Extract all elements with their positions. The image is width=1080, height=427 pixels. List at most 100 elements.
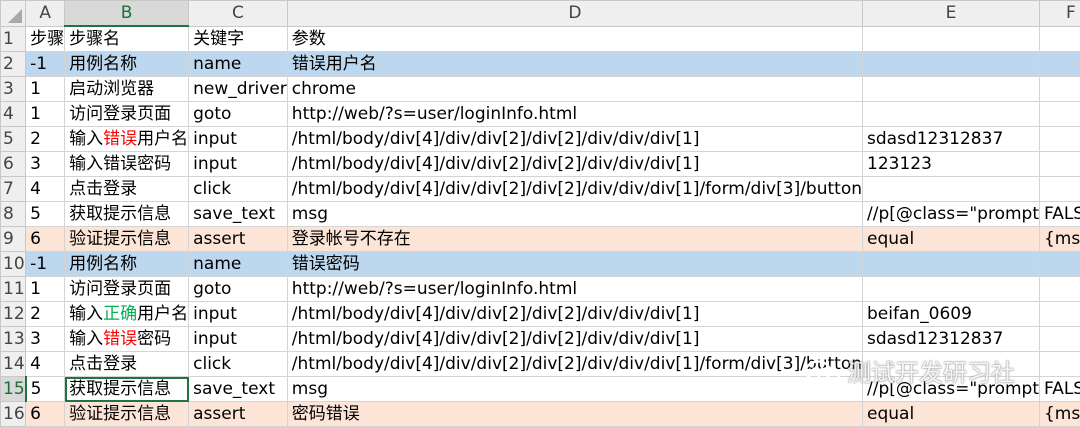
cell-c16[interactable]: assert [189,402,288,427]
cell-f2[interactable] [1039,52,1080,77]
select-all-corner[interactable] [1,1,26,27]
cell-f5[interactable] [1039,127,1080,152]
cell-c3[interactable]: new_driver [189,77,288,102]
cell-a10[interactable]: -1 [26,252,65,277]
cell-d8[interactable]: msg [287,202,862,227]
cell-e6[interactable]: 123123 [863,152,1040,177]
column-header-a[interactable]: A [26,1,65,27]
row-header[interactable]: 12 [1,302,26,327]
cell-f1[interactable] [1039,26,1080,52]
cell-b1[interactable]: 步骤名 [65,26,189,52]
cell-a2[interactable]: -1 [26,52,65,77]
cell-d6[interactable]: /html/body/div[4]/div/div[2]/div[2]/div/… [287,152,862,177]
cell-e5[interactable]: sdasd12312837 [863,127,1040,152]
cell-b11[interactable]: 访问登录页面 [65,277,189,302]
cell-a14[interactable]: 4 [26,352,65,377]
cell-f7[interactable] [1039,177,1080,202]
row-header[interactable]: 11 [1,277,26,302]
row-header[interactable]: 2 [1,52,26,77]
column-header-d[interactable]: D [287,1,862,27]
cell-d14[interactable]: /html/body/div[4]/div/div[2]/div[2]/div/… [287,352,862,377]
cell-c15[interactable]: save_text [189,377,288,402]
cell-f13[interactable] [1039,327,1080,352]
cell-a11[interactable]: 1 [26,277,65,302]
cell-f6[interactable] [1039,152,1080,177]
cell-c13[interactable]: input [189,327,288,352]
cell-b2[interactable]: 用例名称 [65,52,189,77]
cell-e8[interactable]: //p[@class="prompt [863,202,1040,227]
cell-c11[interactable]: goto [189,277,288,302]
cell-a3[interactable]: 1 [26,77,65,102]
cell-e12[interactable]: beifan_0609 [863,302,1040,327]
cell-c8[interactable]: save_text [189,202,288,227]
cell-a12[interactable]: 2 [26,302,65,327]
cell-a13[interactable]: 3 [26,327,65,352]
cell-a6[interactable]: 3 [26,152,65,177]
cell-f4[interactable] [1039,102,1080,127]
row-header[interactable]: 15 [1,377,26,402]
cell-d2[interactable]: 错误用户名 [287,52,862,77]
row-header[interactable]: 5 [1,127,26,152]
cell-e1[interactable] [863,26,1040,52]
cell-d1[interactable]: 参数 [287,26,862,52]
cell-d10[interactable]: 错误密码 [287,252,862,277]
cell-b3[interactable]: 启动浏览器 [65,77,189,102]
cell-f10[interactable] [1039,252,1080,277]
cell-d9[interactable]: 登录帐号不存在 [287,227,862,252]
cell-f11[interactable] [1039,277,1080,302]
cell-c4[interactable]: goto [189,102,288,127]
cell-e7[interactable] [863,177,1040,202]
cell-c10[interactable]: name [189,252,288,277]
cell-f3[interactable] [1039,77,1080,102]
row-header[interactable]: 8 [1,202,26,227]
cell-c7[interactable]: click [189,177,288,202]
column-header-b[interactable]: B [65,1,189,27]
cell-d15[interactable]: msg [287,377,862,402]
cell-e13[interactable]: sdasd12312837 [863,327,1040,352]
cell-b16[interactable]: 验证提示信息 [65,402,189,427]
cell-b15[interactable]: 获取提示信息 [65,377,189,402]
cell-c1[interactable]: 关键字 [189,26,288,52]
cell-c9[interactable]: assert [189,227,288,252]
cell-a7[interactable]: 4 [26,177,65,202]
cell-c6[interactable]: input [189,152,288,177]
row-header[interactable]: 4 [1,102,26,127]
cell-e11[interactable] [863,277,1040,302]
cell-d3[interactable]: chrome [287,77,862,102]
cell-b4[interactable]: 访问登录页面 [65,102,189,127]
column-header-c[interactable]: C [189,1,288,27]
row-header[interactable]: 1 [1,26,26,52]
cell-c5[interactable]: input [189,127,288,152]
cell-b7[interactable]: 点击登录 [65,177,189,202]
row-header[interactable]: 9 [1,227,26,252]
cell-c14[interactable]: click [189,352,288,377]
cell-d4[interactable]: http://web/?s=user/loginInfo.html [287,102,862,127]
row-header[interactable]: 6 [1,152,26,177]
row-header[interactable]: 3 [1,77,26,102]
cell-b5[interactable]: 输入错误用户名 [65,127,189,152]
row-header[interactable]: 16 [1,402,26,427]
row-header[interactable]: 14 [1,352,26,377]
cell-f8[interactable]: FALSE [1039,202,1080,227]
cell-c12[interactable]: input [189,302,288,327]
cell-d11[interactable]: http://web/?s=user/loginInfo.html [287,277,862,302]
cell-b10[interactable]: 用例名称 [65,252,189,277]
cell-e16[interactable]: equal [863,402,1040,427]
cell-b8[interactable]: 获取提示信息 [65,202,189,227]
row-header[interactable]: 10 [1,252,26,277]
cell-e4[interactable] [863,102,1040,127]
cell-a5[interactable]: 2 [26,127,65,152]
cell-d13[interactable]: /html/body/div[4]/div/div[2]/div[2]/div/… [287,327,862,352]
cell-b13[interactable]: 输入错误密码 [65,327,189,352]
column-header-f[interactable]: F [1039,1,1080,27]
cell-e9[interactable]: equal [863,227,1040,252]
cell-f12[interactable] [1039,302,1080,327]
cell-f16[interactable]: {msg} [1039,402,1080,427]
cell-e3[interactable] [863,77,1040,102]
cell-a4[interactable]: 1 [26,102,65,127]
cell-e10[interactable] [863,252,1040,277]
cell-a8[interactable]: 5 [26,202,65,227]
cell-a16[interactable]: 6 [26,402,65,427]
row-header[interactable]: 13 [1,327,26,352]
column-header-e[interactable]: E [863,1,1040,27]
